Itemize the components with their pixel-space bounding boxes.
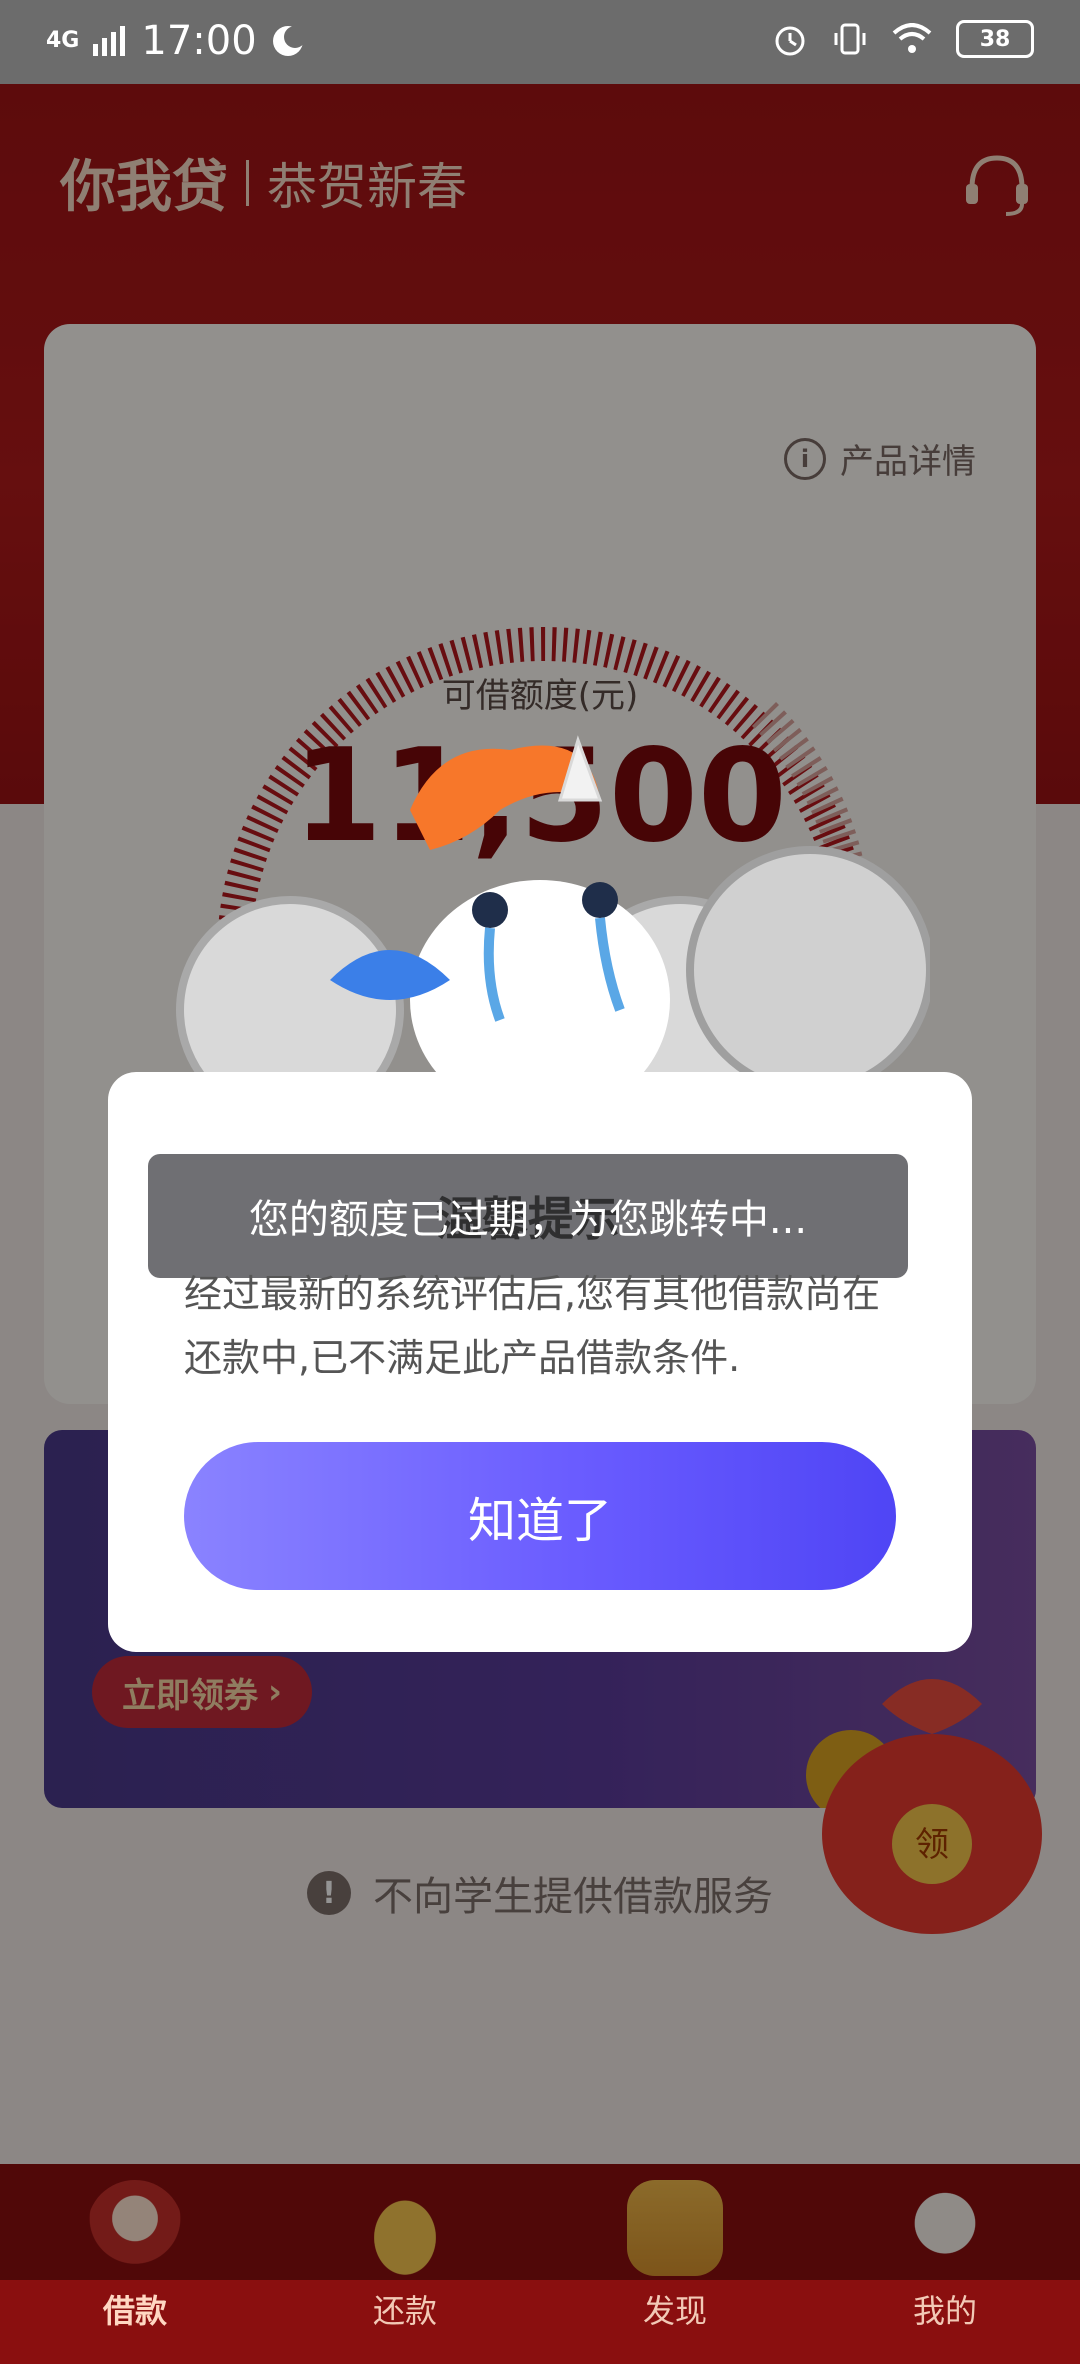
dialog-title-toast: 温馨提示 您的额度已过期，为您跳转中... bbox=[148, 1154, 908, 1278]
battery-indicator: 38 bbox=[956, 20, 1034, 58]
dialog-message: 经过最新的系统评估后,您有其他借款尚在还款中,已不满足此产品借款条件. bbox=[184, 1272, 881, 1380]
alert-dialog: 温馨提示 您的额度已过期，为您跳转中... 经过最新的系统评估后,您有其他借款尚… bbox=[108, 1072, 972, 1652]
status-bar: 4G 17:00 38 bbox=[0, 0, 1080, 84]
crying-unicorn-mascot bbox=[176, 735, 930, 1080]
network-type: 4G bbox=[46, 28, 80, 53]
moon-icon bbox=[272, 26, 305, 56]
signal-icon bbox=[93, 26, 126, 56]
vibrate-icon bbox=[834, 23, 866, 55]
acknowledge-button[interactable]: 知道了 bbox=[184, 1442, 896, 1590]
alarm-icon bbox=[775, 26, 805, 56]
redirect-toast-text: 您的额度已过期，为您跳转中... bbox=[248, 1197, 808, 1243]
wifi-icon bbox=[892, 23, 932, 53]
clock: 17:00 bbox=[141, 18, 257, 64]
